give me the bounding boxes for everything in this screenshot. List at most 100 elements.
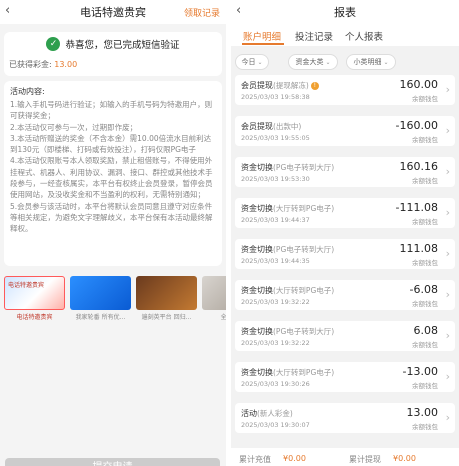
- check-circle-icon: ✓: [46, 37, 61, 51]
- transaction-title: 资金切换(大厅转到PG电子): [241, 203, 334, 214]
- date-filter[interactable]: 今日 ⌄: [235, 54, 269, 70]
- transaction-wallet: 余额钱包: [412, 177, 438, 185]
- bonus-label: 已获得彩金:: [9, 60, 52, 69]
- transaction-amount: -111.08: [395, 201, 438, 214]
- transaction-card[interactable]: 会员提现(提现解冻)! 2025/03/03 19:58:38 160.00 余额钱包…: [235, 75, 455, 105]
- bonus-amount: 13.00: [54, 60, 78, 69]
- promo-banner[interactable]: 电话特邀贵宾: [4, 276, 65, 310]
- transaction-time: 2025/03/03 19:53:30: [241, 175, 310, 183]
- transaction-card[interactable]: 资金切换(PG电子转到大厅) 2025/03/03 19:44:35 111.08 余…: [235, 239, 455, 269]
- transaction-subtype: (提现解冻): [273, 81, 309, 90]
- chevron-down-icon: ⌄: [325, 58, 331, 66]
- chevron-right-icon: ›: [445, 83, 450, 96]
- transaction-title: 会员提现(出款中): [241, 121, 301, 132]
- transaction-card[interactable]: 活动(新人彩金) 2025/03/03 19:30:07 13.00 余额钱包 ›: [235, 403, 455, 433]
- transaction-title: 资金切换(PG电子转到大厅): [241, 244, 334, 255]
- transaction-wallet: 余额钱包: [412, 382, 438, 390]
- submit-button[interactable]: 提交申请: [5, 458, 220, 466]
- banner-caption: 我家轮番 所有优...: [75, 314, 126, 320]
- report-screen: ‹ 报表 账户明细 投注记录 个人报表 今日 ⌄ 资金大类 ⌄ 小类明细 ⌄ 会…: [231, 0, 459, 466]
- subcategory-filter[interactable]: 小类明细 ⌄: [346, 54, 396, 70]
- verification-screen: ‹ 电话特邀贵宾 领取记录 ✓ 恭喜您，您已完成短信验证 已获得彩金: 13.0…: [0, 0, 226, 466]
- chevron-down-icon: ⌄: [383, 58, 389, 66]
- transaction-title: 资金切换(大厅转到PG电子): [241, 285, 334, 296]
- transaction-type: 资金切换: [241, 204, 273, 213]
- transaction-amount: -6.08: [409, 283, 438, 296]
- banner-text: 电话特邀贵宾: [8, 282, 45, 289]
- transaction-card[interactable]: 资金切换(大厅转到PG电子) 2025/03/03 19:30:26 -13.00 余…: [235, 362, 455, 392]
- transaction-subtype: (PG电子转到大厅): [273, 163, 335, 172]
- transaction-type: 资金切换: [241, 286, 273, 295]
- transaction-subtype: (大厅转到PG电子): [273, 286, 335, 295]
- report-tabs: 账户明细 投注记录 个人报表: [231, 24, 459, 46]
- transaction-type: 资金切换: [241, 327, 273, 336]
- category-filter[interactable]: 资金大类 ⌄: [288, 54, 338, 70]
- rule-item: 1.输入手机号码进行验证；如输入的手机号码为特邀用户，则可获得奖金；: [10, 100, 213, 121]
- transaction-time: 2025/03/03 19:55:05: [241, 134, 310, 142]
- info-icon[interactable]: !: [310, 82, 319, 90]
- transaction-wallet: 余额钱包: [412, 300, 438, 308]
- transaction-type: 资金切换: [241, 245, 273, 254]
- transaction-time: 2025/03/03 19:58:38: [241, 93, 310, 101]
- transaction-subtype: (PG电子转到大厅): [273, 327, 335, 336]
- transaction-type: 活动: [241, 409, 257, 418]
- transaction-card[interactable]: 资金切换(大厅转到PG电子) 2025/03/03 19:44:37 -111.08…: [235, 198, 455, 228]
- left-header: ‹ 电话特邀贵宾 领取记录: [0, 0, 226, 24]
- transaction-card[interactable]: 资金切换(PG电子转到大厅) 2025/03/03 19:53:30 160.16 余…: [235, 157, 455, 187]
- page-title: 报表: [334, 6, 356, 19]
- transaction-amount: -13.00: [402, 365, 438, 378]
- transaction-time: 2025/03/03 19:30:07: [241, 421, 310, 429]
- rule-item: 4.本活动仅限账号本人领取奖励，禁止租借账号，不得使用外挂程式、机器人、利用协议…: [10, 156, 213, 200]
- promo-banner[interactable]: [136, 276, 197, 310]
- category-filter-label: 资金大类: [295, 58, 324, 66]
- transaction-time: 2025/03/03 19:44:35: [241, 257, 310, 265]
- transaction-time: 2025/03/03 19:44:37: [241, 216, 310, 224]
- transaction-title: 活动(新人彩金): [241, 408, 293, 419]
- transaction-card[interactable]: 资金切换(PG电子转到大厅) 2025/03/03 19:32:22 6.08 余额钱…: [235, 321, 455, 351]
- transaction-amount: 6.08: [413, 324, 439, 337]
- claim-records-link[interactable]: 领取记录: [184, 6, 220, 19]
- promo-banner[interactable]: [202, 276, 226, 310]
- transaction-wallet: 余额钱包: [412, 259, 438, 267]
- transaction-title: 资金切换(PG电子转到大厅): [241, 326, 334, 337]
- filter-bar: 今日 ⌄ 资金大类 ⌄ 小类明细 ⌄: [231, 50, 459, 70]
- transaction-amount: 160.16: [399, 160, 439, 173]
- chevron-right-icon: ›: [445, 124, 450, 137]
- transaction-subtype: (大厅转到PG电子): [273, 204, 335, 213]
- transaction-wallet: 余额钱包: [412, 218, 438, 226]
- transaction-title: 会员提现(提现解冻)!: [241, 80, 319, 91]
- total-withdraw-value: ¥0.00: [393, 454, 416, 463]
- tab-personal-report[interactable]: 个人报表: [345, 29, 383, 43]
- transaction-amount: 111.08: [399, 242, 439, 255]
- rules-title: 活动内容:: [10, 87, 45, 96]
- transaction-subtype: (新人彩金): [257, 409, 293, 418]
- transaction-card[interactable]: 资金切换(大厅转到PG电子) 2025/03/03 19:32:22 -6.08 余额…: [235, 280, 455, 310]
- right-header: ‹ 报表: [231, 0, 459, 24]
- chevron-left-icon[interactable]: ‹: [5, 3, 10, 18]
- tab-account-details[interactable]: 账户明细: [243, 29, 281, 43]
- chevron-right-icon: ›: [445, 247, 450, 260]
- transaction-wallet: 余额钱包: [412, 136, 438, 144]
- chevron-right-icon: ›: [445, 206, 450, 219]
- transaction-subtype: (大厅转到PG电子): [273, 368, 335, 377]
- promo-banner[interactable]: [70, 276, 131, 310]
- transaction-subtype: (PG电子转到大厅): [273, 245, 335, 254]
- tab-bet-records[interactable]: 投注记录: [295, 29, 333, 43]
- success-panel: ✓ 恭喜您，您已完成短信验证 已获得彩金: 13.00: [4, 32, 222, 76]
- transaction-card[interactable]: 会员提现(出款中) 2025/03/03 19:55:05 -160.00 余额钱包 ›: [235, 116, 455, 146]
- chevron-right-icon: ›: [445, 329, 450, 342]
- total-recharge-value: ¥0.00: [283, 454, 306, 463]
- subcategory-filter-label: 小类明细: [353, 58, 382, 66]
- chevron-left-icon[interactable]: ‹: [236, 3, 241, 18]
- transaction-type: 资金切换: [241, 368, 273, 377]
- transaction-amount: 13.00: [406, 406, 439, 419]
- total-withdraw-label: 累计提现: [349, 455, 381, 464]
- chevron-down-icon: ⌄: [257, 58, 263, 66]
- chevron-right-icon: ›: [445, 288, 450, 301]
- transaction-wallet: 余额钱包: [412, 95, 438, 103]
- chevron-right-icon: ›: [445, 165, 450, 178]
- chevron-right-icon: ›: [445, 370, 450, 383]
- rule-item: 5.会员参与该活动时，本平台将默认会员同意且遵守对应条件等相关规定，为避免文字理…: [10, 201, 213, 234]
- transaction-time: 2025/03/03 19:32:22: [241, 298, 310, 306]
- totals-bar: 累计充值 ¥0.00 累计提现 ¥0.00: [231, 448, 459, 466]
